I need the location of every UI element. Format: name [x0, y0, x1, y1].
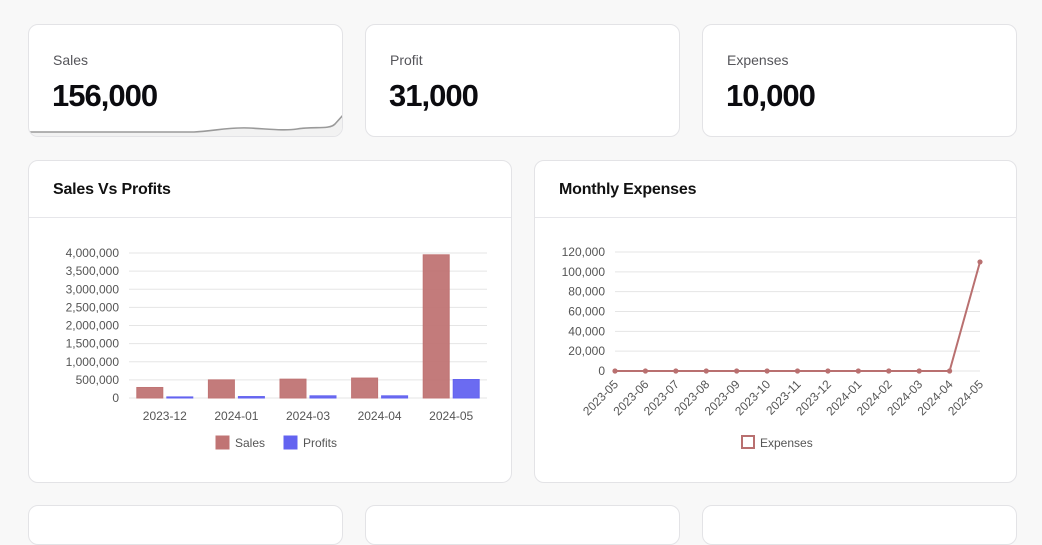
x-tick-label: 2024-04	[358, 409, 402, 423]
x-tick-label: 2024-03	[286, 409, 330, 423]
y-tick-label: 1,500,000	[66, 337, 120, 351]
y-tick-label: 4,000,000	[66, 246, 120, 260]
bar-profits	[309, 395, 337, 399]
bar-profits	[452, 379, 480, 399]
y-tick-label: 40,000	[568, 324, 605, 338]
legend-label: Sales	[235, 436, 265, 450]
stat-label: Sales	[53, 52, 89, 68]
y-tick-label: 80,000	[568, 285, 605, 299]
data-point	[764, 368, 770, 374]
data-point	[612, 368, 618, 374]
data-point	[886, 368, 892, 374]
monthly-expenses-panel: Monthly Expenses 0 20,000 40,000 60,000 80,0…	[534, 160, 1017, 483]
y-tick-label: 2,500,000	[66, 300, 120, 314]
bar-sales	[279, 378, 307, 399]
legend-label: Profits	[303, 436, 337, 450]
data-point	[946, 368, 953, 374]
x-tick-label: 2024-01	[214, 409, 258, 423]
data-point	[673, 368, 679, 374]
lower-card-2	[365, 505, 680, 545]
lower-card-1	[28, 505, 343, 545]
legend-label: Expenses	[760, 436, 813, 450]
data-point	[794, 368, 801, 374]
lower-card-3	[702, 505, 1017, 545]
bar-sales	[136, 386, 164, 399]
y-tick-label: 100,000	[562, 265, 606, 279]
data-point	[916, 368, 922, 374]
y-tick-label: 1,000,000	[66, 355, 120, 369]
data-point	[825, 368, 831, 374]
y-tick-label: 120,000	[562, 245, 606, 259]
data-point	[977, 259, 983, 265]
bar-profits	[381, 395, 409, 399]
bar-sales	[422, 254, 450, 399]
data-point	[734, 368, 740, 374]
x-tick-label: 2023-12	[143, 409, 187, 423]
y-tick-label: 0	[112, 391, 119, 405]
bar-profits	[237, 396, 265, 399]
y-tick-label: 20,000	[568, 344, 605, 358]
data-point	[642, 368, 649, 374]
y-tick-label: 60,000	[568, 305, 605, 319]
data-point	[855, 368, 861, 374]
sales-vs-profits-panel: Sales Vs Profits 0 500,000 1,000,000 1,500,…	[28, 160, 512, 483]
stat-value: 31,000	[389, 78, 479, 113]
legend-swatch-sales	[215, 435, 230, 450]
bar-sales	[351, 377, 379, 399]
stat-card-sales: Sales 156,000	[28, 24, 343, 137]
stat-label: Profit	[390, 52, 423, 68]
stat-label: Expenses	[727, 52, 789, 68]
legend-swatch-profits	[283, 435, 298, 450]
x-tick-label: 2024-05	[429, 409, 473, 423]
sales-sparkline	[29, 115, 342, 136]
monthly-expenses-chart: 020,00040,00060,00080,000100,000120,0002…	[562, 245, 987, 450]
stat-value: 10,000	[726, 78, 816, 113]
sales-vs-profits-chart: 0 500,000 1,000,000 1,500,000 2,000,000 2,500…	[66, 246, 487, 450]
stat-card-profit: Profit 31,000	[365, 24, 680, 137]
series-line-expenses	[615, 261, 981, 372]
y-tick-label: 3,500,000	[66, 264, 120, 278]
data-point	[703, 368, 709, 374]
bar-sales	[207, 379, 235, 399]
bar-profits	[166, 396, 194, 399]
y-tick-label: 3,000,000	[66, 282, 120, 296]
y-tick-label: 500,000	[76, 373, 120, 387]
legend-swatch-expenses	[741, 435, 755, 449]
y-tick-label: 0	[598, 364, 605, 378]
y-tick-label: 2,000,000	[66, 319, 120, 333]
stat-card-expenses: Expenses 10,000	[702, 24, 1017, 137]
